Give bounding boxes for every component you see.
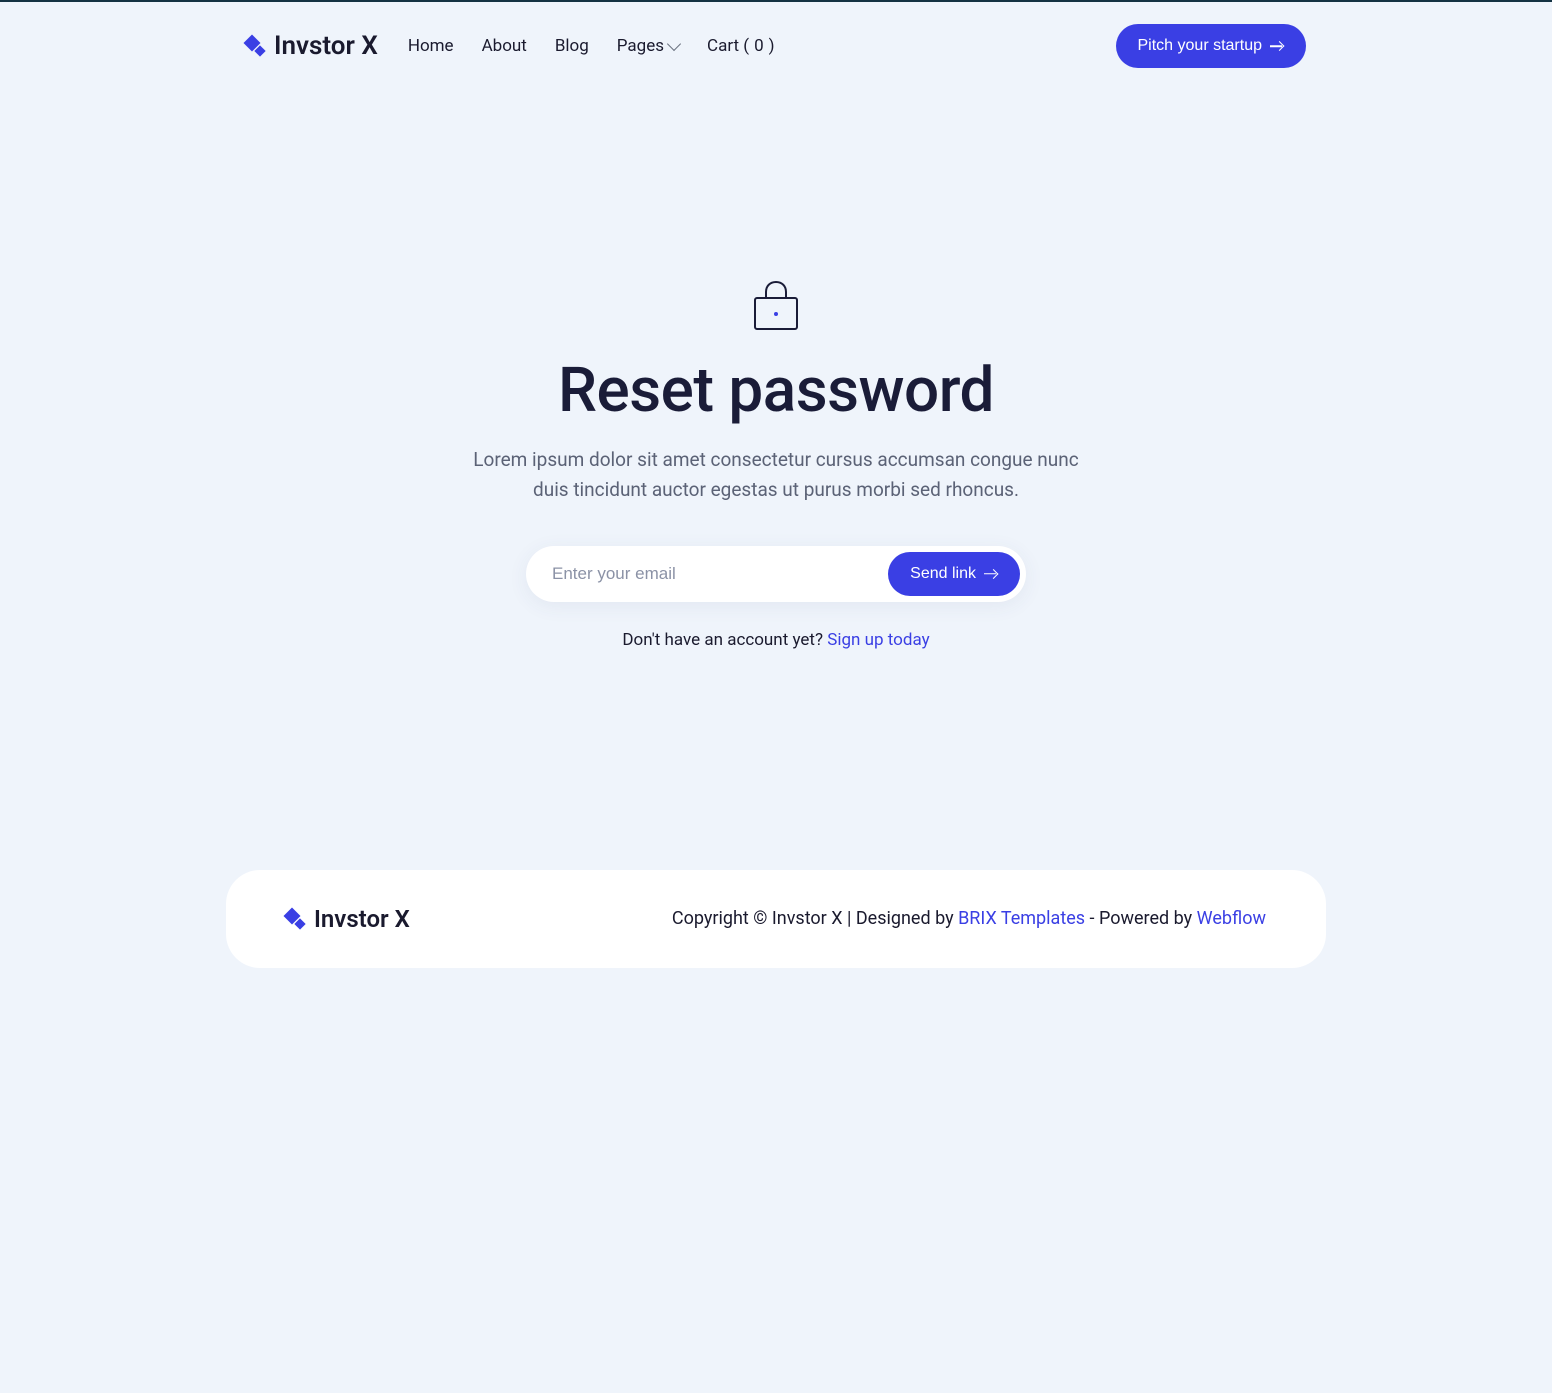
nav: Home About Blog Pages Cart (0) <box>408 36 775 56</box>
page-subtitle: Lorem ipsum dolor sit amet consectetur c… <box>466 445 1086 506</box>
email-input[interactable] <box>548 554 888 594</box>
main: Reset password Lorem ipsum dolor sit ame… <box>0 90 1552 730</box>
footer-logo[interactable]: Invstor X <box>286 905 410 933</box>
logo-mark-icon <box>286 910 304 928</box>
header: Invstor X Home About Blog Pages Cart (0)… <box>226 2 1326 90</box>
webflow-link[interactable]: Webflow <box>1197 908 1266 929</box>
footer: Invstor X Copyright © Invstor X | Design… <box>226 870 1326 968</box>
nav-blog[interactable]: Blog <box>555 36 589 56</box>
lock-icon <box>754 280 798 334</box>
logo[interactable]: Invstor X <box>246 31 378 61</box>
nav-home[interactable]: Home <box>408 36 454 56</box>
cta-label: Pitch your startup <box>1138 37 1263 55</box>
reset-form: Send link <box>526 546 1026 602</box>
header-left: Invstor X Home About Blog Pages Cart (0) <box>246 31 775 61</box>
nav-about[interactable]: About <box>482 36 527 56</box>
logo-mark-icon <box>246 37 264 55</box>
brix-link[interactable]: BRIX Templates <box>958 908 1085 929</box>
chevron-down-icon <box>667 37 681 51</box>
signup-link[interactable]: Sign up today <box>827 630 929 650</box>
nav-pages-dropdown[interactable]: Pages <box>617 36 679 56</box>
send-link-button[interactable]: Send link <box>888 552 1020 596</box>
send-label: Send link <box>910 565 976 583</box>
brand-name: Invstor X <box>274 31 378 61</box>
page-title: Reset password <box>558 354 994 427</box>
nav-pages-label: Pages <box>617 36 664 56</box>
footer-text: Copyright © Invstor X | Designed by BRIX… <box>672 908 1266 929</box>
arrow-right-icon <box>1270 41 1284 51</box>
arrow-right-icon <box>984 569 998 579</box>
cart-count: 0 <box>754 36 764 56</box>
footer-brand-name: Invstor X <box>314 905 410 933</box>
nav-cart[interactable]: Cart (0) <box>707 36 775 56</box>
pitch-startup-button[interactable]: Pitch your startup <box>1116 24 1307 68</box>
signup-line: Don't have an account yet? Sign up today <box>622 630 929 650</box>
